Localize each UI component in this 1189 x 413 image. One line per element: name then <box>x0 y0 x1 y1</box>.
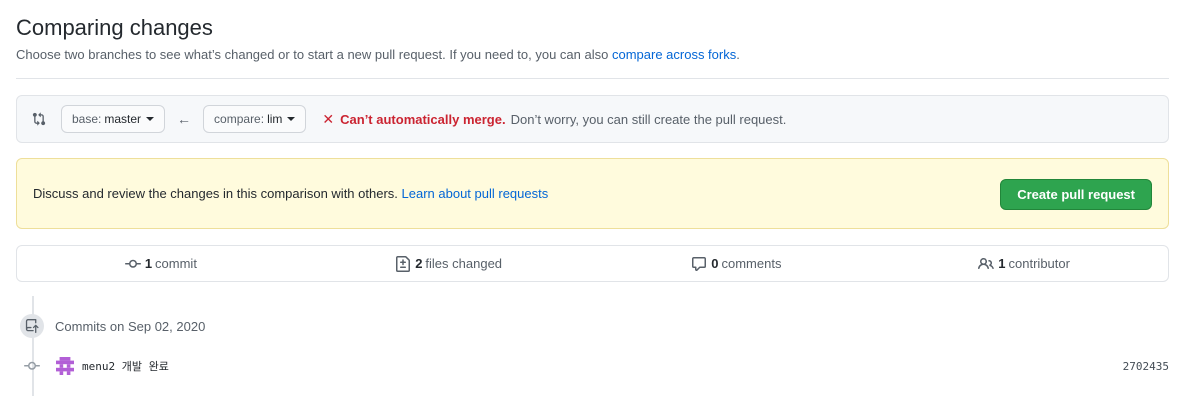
contributors-count-tab[interactable]: 1 contributor <box>880 246 1168 281</box>
files-changed-label: files changed <box>425 256 503 271</box>
commits-label: commit <box>155 256 197 271</box>
learn-about-pull-requests-link[interactable]: Learn about pull requests <box>402 186 549 201</box>
commit-row: menu2 개발 완료 2702435 <box>20 356 1169 376</box>
header-divider <box>16 78 1169 79</box>
commits-date-heading: Commits on Sep 02, 2020 <box>20 314 205 338</box>
commit-message-link[interactable]: menu2 개발 완료 <box>82 358 169 374</box>
commits-count-tab[interactable]: 1 commit <box>17 246 305 281</box>
range-editor: base: master ← compare: lim ✕ Can’t auto… <box>16 95 1169 143</box>
comments-count: 0 <box>711 256 719 271</box>
flash-text: Discuss and review the changes in this c… <box>33 186 548 201</box>
base-branch-button[interactable]: base: master <box>61 105 166 133</box>
merge-status: ✕ Can’t automatically merge. Don’t worry… <box>322 111 786 128</box>
author-avatar[interactable] <box>56 357 74 375</box>
people-icon <box>978 256 995 272</box>
compare-branch-button[interactable]: compare: lim <box>203 105 307 133</box>
commit-sha-link[interactable]: 2702435 <box>1123 360 1169 373</box>
files-changed-tab[interactable]: 2 files changed <box>305 246 593 281</box>
commits-count: 1 <box>144 256 153 271</box>
subtitle-end: . <box>736 47 740 62</box>
commits-date-text: Commits on Sep 02, 2020 <box>55 318 206 334</box>
contributors-count: 1 <box>998 256 1006 271</box>
page-subtitle: Choose two branches to see what’s change… <box>16 46 1169 64</box>
page-header: Comparing changes Choose two branches to… <box>16 14 1169 64</box>
commit-node-icon <box>20 358 44 374</box>
commit-push-icon <box>20 314 44 338</box>
compare-branch-name: lim <box>267 112 283 126</box>
comments-label: comments <box>721 256 782 271</box>
page-title: Comparing changes <box>16 15 213 40</box>
base-prefix: base: <box>72 112 102 126</box>
contributors-label: contributor <box>1008 256 1070 271</box>
comments-count-tab: 0 comments <box>593 246 881 281</box>
caret-down-icon <box>146 117 155 121</box>
file-diff-icon <box>395 255 411 272</box>
base-branch-name: master <box>104 112 142 126</box>
subtitle-text: Choose two branches to see what’s change… <box>16 47 612 62</box>
comment-icon <box>691 256 707 272</box>
compare-prefix: compare: <box>214 112 265 126</box>
timeline-line <box>32 296 34 396</box>
merge-status-text: Can’t automatically merge. <box>340 111 506 127</box>
git-compare-icon <box>31 111 47 127</box>
pull-request-flash: Discuss and review the changes in this c… <box>16 158 1169 229</box>
arrow-left-icon: ← <box>177 111 192 127</box>
create-pull-request-button[interactable]: Create pull request <box>1000 179 1152 210</box>
numbers-summary: 1 commit 2 files changed 0 comments 1 co… <box>16 245 1169 282</box>
commit-icon <box>124 256 141 272</box>
flash-message: Discuss and review the changes in this c… <box>33 186 402 201</box>
caret-down-icon <box>287 117 296 121</box>
files-changed-count: 2 <box>415 256 423 271</box>
x-icon: ✕ <box>322 110 335 127</box>
compare-across-forks-link[interactable]: compare across forks <box>612 47 736 62</box>
merge-note-text: Don’t worry, you can still create the pu… <box>510 111 787 127</box>
